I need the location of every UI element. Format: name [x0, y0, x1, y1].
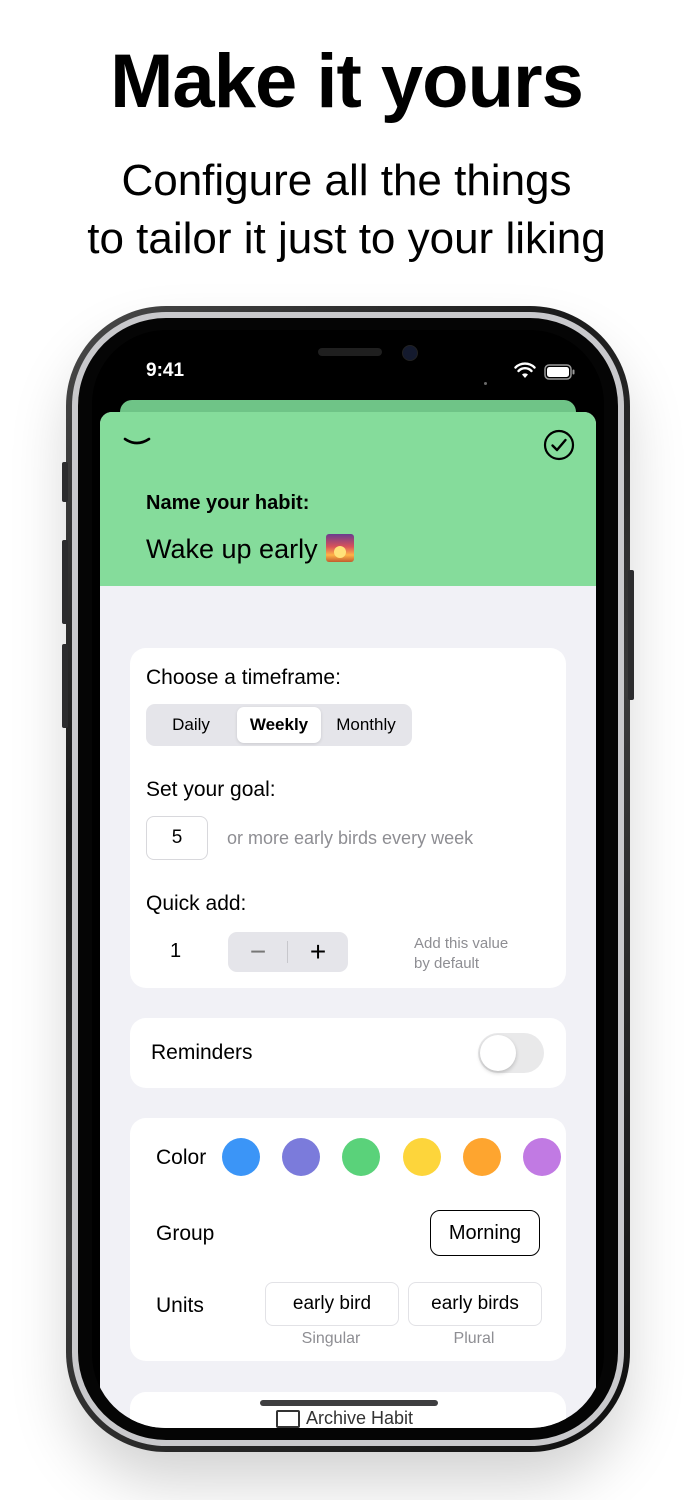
silent-switch — [62, 462, 68, 502]
quick-add-hint-line-2: by default — [414, 955, 480, 972]
front-camera — [402, 345, 418, 361]
color-swatch-indigo[interactable] — [282, 1138, 320, 1176]
quick-add-stepper: − + — [228, 932, 348, 972]
volume-up-button — [62, 540, 68, 624]
home-indicator[interactable] — [260, 1400, 438, 1406]
timeframe-label: Choose a timeframe: — [146, 666, 341, 689]
reminders-label: Reminders — [151, 1041, 253, 1064]
goal-input[interactable]: 5 — [146, 816, 208, 860]
singular-caption: Singular — [301, 1330, 361, 1347]
timeframe-monthly[interactable]: Monthly — [323, 707, 409, 743]
reminders-toggle[interactable] — [478, 1033, 544, 1073]
plural-caption: Plural — [453, 1330, 495, 1347]
sunrise-emoji-icon — [325, 534, 354, 562]
toggle-knob — [480, 1035, 516, 1071]
chevron-down-icon[interactable] — [122, 434, 152, 450]
unit-singular-input[interactable]: early bird — [265, 1282, 399, 1326]
archive-card[interactable]: Archive Habit — [130, 1392, 566, 1428]
color-swatch-blue[interactable] — [222, 1138, 260, 1176]
reminders-card: Reminders — [130, 1018, 566, 1088]
goal-label: Set your goal: — [146, 778, 276, 801]
quick-add-hint-line-1: Add this value — [414, 935, 509, 952]
sheet-header: Name your habit: Wake up early — [100, 412, 596, 586]
wifi-icon — [514, 362, 536, 378]
subline-line-1: Configure all the things — [121, 156, 572, 205]
marketing-subline: Configure all the things to tailor it ju… — [0, 152, 693, 268]
quick-add-hint: Add this value by default — [414, 934, 508, 974]
color-swatch-yellow[interactable] — [403, 1138, 441, 1176]
habit-name-field[interactable]: Wake up early — [146, 534, 354, 565]
stepper-plus-button[interactable]: + — [288, 932, 348, 972]
unit-plural-input[interactable]: early birds — [408, 1282, 542, 1326]
appearance-card: Color Group Morning Units early bird ear… — [130, 1118, 566, 1361]
quick-add-value: 1 — [170, 940, 182, 962]
edit-habit-sheet: Name your habit: Wake up early Choose a … — [100, 412, 596, 1428]
stepper-minus-button[interactable]: − — [228, 932, 288, 972]
archive-habit-label: Archive Habit — [306, 1408, 414, 1428]
goal-suffix: or more early birds every week — [227, 828, 474, 848]
marketing-headline: Make it yours — [110, 39, 584, 124]
timeframe-segmented-control: Daily Weekly Monthly — [146, 704, 412, 746]
goal-card: Choose a timeframe: Daily Weekly Monthly… — [130, 648, 566, 988]
battery-icon — [544, 364, 575, 380]
status-time: 9:41 — [146, 360, 185, 381]
subline-line-2: to tailor it just to your liking — [87, 214, 606, 263]
phone-screen: 9:41 Name your habit: Wake up early Choo… — [92, 330, 604, 1428]
archive-icon — [276, 1410, 300, 1428]
units-label: Units — [156, 1294, 204, 1317]
timeframe-daily[interactable]: Daily — [149, 707, 233, 743]
speaker-grille — [318, 348, 382, 356]
quick-add-label: Quick add: — [146, 892, 247, 915]
power-button — [628, 570, 634, 700]
timeframe-weekly[interactable]: Weekly — [237, 707, 321, 743]
group-button[interactable]: Morning — [430, 1210, 540, 1256]
color-swatch-green[interactable] — [342, 1138, 380, 1176]
color-swatch-purple[interactable] — [523, 1138, 561, 1176]
color-swatch-orange[interactable] — [463, 1138, 501, 1176]
group-label: Group — [156, 1222, 215, 1245]
color-label: Color — [156, 1146, 207, 1169]
name-habit-label: Name your habit: — [146, 492, 310, 514]
habit-name-text: Wake up early — [146, 534, 318, 564]
volume-down-button — [62, 644, 68, 728]
checkmark-circle-icon[interactable] — [542, 428, 576, 462]
